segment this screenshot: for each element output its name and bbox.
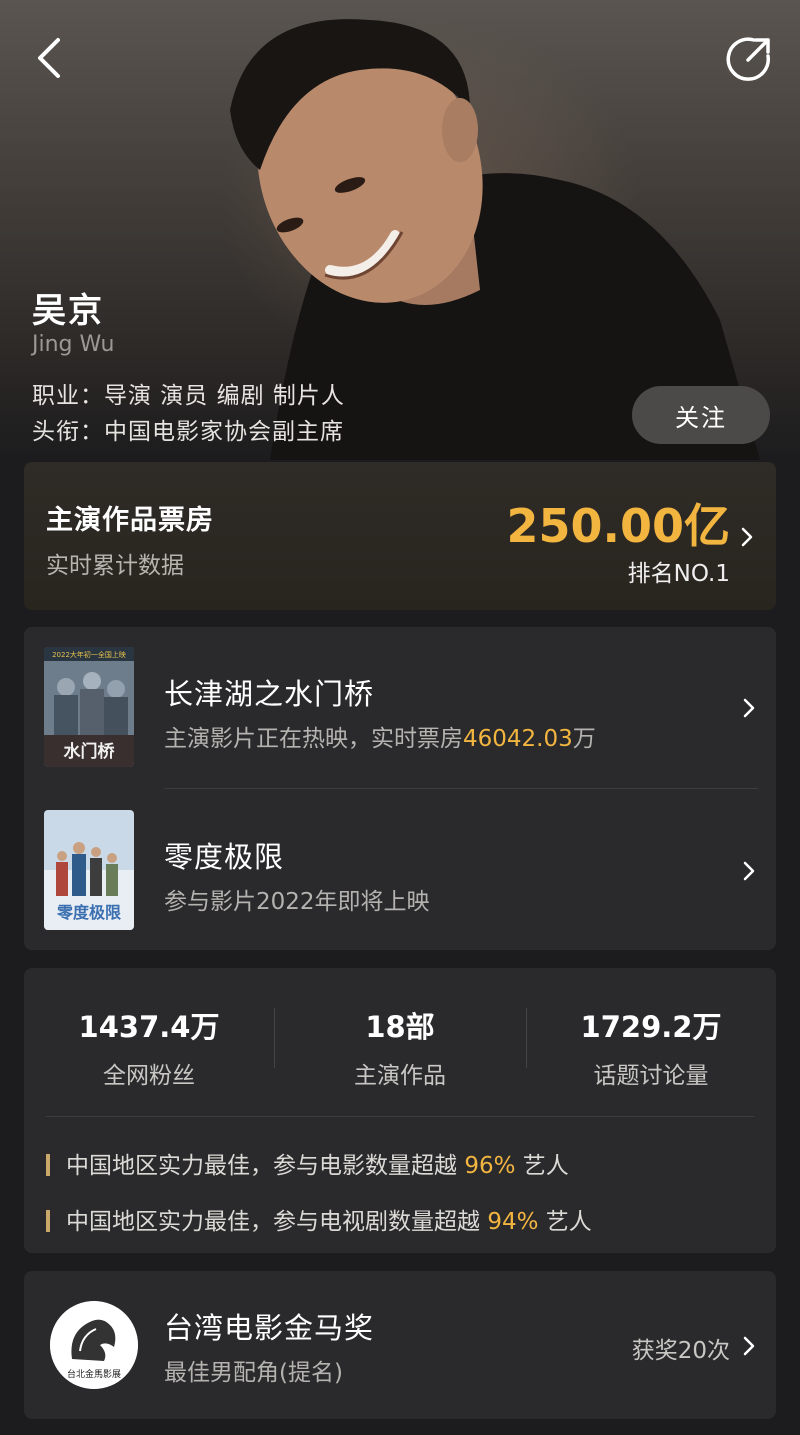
box-office-value: 250.00亿: [506, 499, 730, 553]
poster-title: 零度极限: [56, 903, 122, 922]
stat-works: 18部 主演作品: [275, 1004, 525, 1090]
box-office-card[interactable]: 主演作品票房 实时累计数据 250.00亿 排名NO.1: [24, 462, 776, 610]
stat-value: 1437.4万: [78, 1010, 220, 1044]
title-line: 头衔：中国电影家协会副主席: [32, 419, 344, 445]
occupation-line: 职业：导演 演员 编剧 制片人: [32, 383, 345, 409]
award-count: 获奖20次: [631, 1338, 730, 1364]
award-name: 台湾电影金马奖: [164, 1311, 375, 1345]
movie-title: 长津湖之水门桥: [164, 677, 375, 711]
movie-poster: 2022大年初一全国上映 水门桥: [44, 647, 134, 767]
poster-title: 水门桥: [64, 741, 116, 762]
stat-label: 主演作品: [354, 1063, 446, 1089]
stat-label: 全网粉丝: [103, 1063, 195, 1089]
chevron-right-icon: [741, 527, 753, 547]
award-desc: 最佳男配角(提名): [164, 1360, 343, 1386]
movie-desc: 主演影片正在热映，实时票房46042.03万: [164, 726, 596, 752]
chevron-right-icon: [743, 1336, 755, 1356]
actor-name-en: Jing Wu: [32, 332, 115, 357]
box-office-title: 主演作品票房: [46, 505, 214, 536]
movies-card: 2022大年初一全国上映 水门桥 长津湖之水门桥 主演影片正在热映，实时票房46…: [24, 627, 776, 950]
chevron-right-icon: [743, 698, 755, 718]
hero-banner: 吴京 Jing Wu 职业：导演 演员 编剧 制片人 头衔：中国电影家协会副主席…: [0, 0, 800, 460]
actor-name: 吴京: [32, 291, 104, 331]
stat-label: 话题讨论量: [593, 1063, 709, 1089]
movie-desc: 参与影片2022年即将上映: [164, 889, 430, 915]
stat-value: 18部: [365, 1010, 435, 1044]
stats-card: 1437.4万 全网粉丝 18部 主演作品 1729.2万 话题讨论量 中国地区…: [24, 968, 776, 1253]
stat-fans: 1437.4万 全网粉丝: [24, 1004, 274, 1090]
box-office-rank: 排名NO.1: [627, 561, 730, 587]
movie-poster: 零度极限: [44, 810, 134, 930]
share-icon[interactable]: [724, 34, 774, 84]
movie-title: 零度极限: [164, 840, 285, 874]
movie-row[interactable]: 2022大年初一全国上映 水门桥 长津湖之水门桥 主演影片正在热映，实时票房46…: [24, 627, 776, 787]
golden-horse-logo: 台北金馬影展: [50, 1301, 138, 1389]
box-office-subtitle: 实时累计数据: [46, 553, 184, 579]
movie-row[interactable]: 零度极限 零度极限 参与影片2022年即将上映: [24, 790, 776, 950]
divider: [46, 1116, 754, 1117]
ranking-note: 中国地区实力最佳，参与电影数量超越 96% 艺人: [46, 1146, 569, 1180]
chevron-right-icon: [743, 861, 755, 881]
stat-value: 1729.2万: [580, 1010, 722, 1044]
follow-button[interactable]: 关注: [632, 386, 770, 444]
chevron-left-icon[interactable]: [30, 34, 70, 82]
divider: [164, 788, 758, 789]
svg-text:台北金馬影展: 台北金馬影展: [67, 1368, 121, 1380]
award-card[interactable]: 台北金馬影展 台湾电影金马奖 最佳男配角(提名) 获奖20次: [24, 1271, 776, 1419]
ranking-note: 中国地区实力最佳，参与电视剧数量超越 94% 艺人: [46, 1202, 592, 1236]
poster-banner: 2022大年初一全国上映: [52, 650, 126, 659]
stat-discussion: 1729.2万 话题讨论量: [526, 1004, 776, 1090]
